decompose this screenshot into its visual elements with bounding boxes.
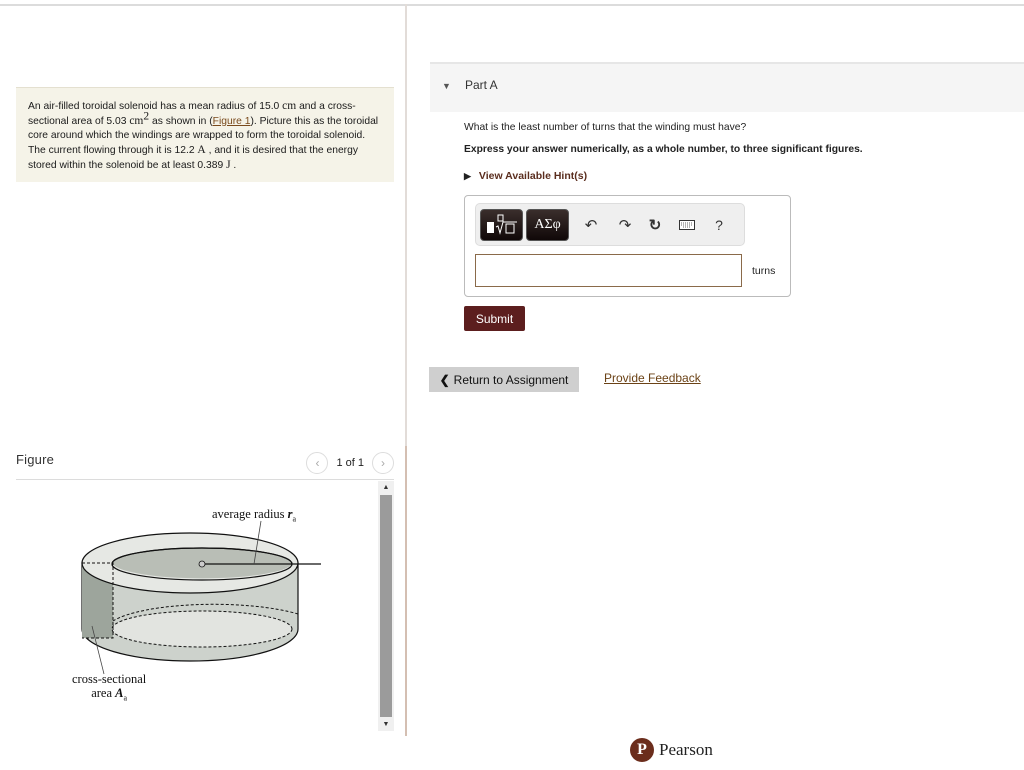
math-toolbar: ΑΣφ ↶ ↷ ↻ ? — [475, 203, 745, 246]
answer-panel: ΑΣφ ↶ ↷ ↻ ? turns — [464, 195, 791, 297]
problem-text: An air-filled toroidal solenoid has a me… — [28, 101, 283, 112]
answer-input[interactable] — [475, 254, 742, 287]
label-subscript: a — [123, 693, 128, 703]
view-hints-toggle[interactable]: ▶ View Available Hint(s) — [464, 170, 587, 182]
toroid-diagram — [81, 520, 321, 675]
answer-unit: turns — [752, 265, 776, 277]
figure-scrollbar[interactable]: ▲ ▼ — [378, 481, 394, 731]
undo-icon[interactable]: ↶ — [580, 214, 602, 236]
figure-title: Figure — [16, 452, 55, 467]
unit-cm2: cm — [129, 115, 144, 127]
problem-text: as shown in ( — [149, 116, 213, 127]
brand-name: Pearson — [659, 740, 713, 759]
label-symbol: A — [115, 686, 124, 700]
cross-sectional-area-label: cross-sectional area Aa — [72, 672, 146, 706]
chevron-right-icon: › — [381, 456, 385, 470]
figure-page-count: 1 of 1 — [336, 457, 364, 469]
part-a-header[interactable]: ▼ Part A — [430, 62, 1024, 112]
label-text: area — [91, 686, 116, 700]
reset-icon[interactable]: ↻ — [644, 214, 666, 236]
redo-icon[interactable]: ↷ — [614, 214, 636, 236]
provide-feedback-link[interactable]: Provide Feedback — [604, 371, 701, 385]
keyboard-icon[interactable] — [676, 214, 698, 236]
figure-pager: ‹ 1 of 1 › — [306, 452, 394, 474]
templates-icon — [486, 214, 517, 235]
help-icon[interactable]: ? — [708, 214, 730, 236]
return-label: Return to Assignment — [453, 372, 569, 387]
average-radius-label: average radius ra — [212, 507, 296, 527]
submit-button[interactable]: Submit — [464, 306, 525, 331]
next-figure-button[interactable]: › — [372, 452, 394, 474]
hints-label: View Available Hint(s) — [478, 170, 588, 182]
collapse-caret-icon: ▼ — [442, 81, 451, 91]
label-text: cross-sectional — [72, 672, 147, 686]
part-title: Part A — [465, 78, 498, 92]
pearson-brand: P Pearson — [630, 738, 713, 762]
figure-link[interactable]: Figure 1 — [213, 116, 251, 127]
toroid-bottom-inner-edge — [111, 610, 293, 648]
pearson-logo-icon: P — [630, 738, 654, 762]
symbols-button[interactable]: ΑΣφ — [526, 209, 569, 241]
center-point — [198, 560, 206, 568]
unit-cm: cm — [282, 100, 297, 112]
keyboard-glyph — [679, 220, 695, 230]
problem-text: . — [230, 160, 237, 171]
label-subscript: a — [292, 514, 297, 524]
scroll-up-arrow-icon[interactable]: ▲ — [378, 481, 394, 494]
chevron-left-icon: ‹ — [315, 456, 320, 470]
scrollbar-thumb[interactable] — [380, 495, 392, 717]
pane-divider-accent — [405, 446, 407, 736]
problem-statement: An air-filled toroidal solenoid has a me… — [16, 87, 394, 182]
unit-amp: A — [197, 144, 206, 156]
figure-header: Figure ‹ 1 of 1 › — [16, 450, 394, 480]
answer-instructions: Express your answer numerically, as a wh… — [464, 144, 863, 155]
question-text: What is the least number of turns that t… — [464, 122, 747, 133]
return-to-assignment-button[interactable]: ❮ Return to Assignment — [429, 367, 579, 392]
caret-right-icon: ▶ — [464, 170, 471, 181]
label-text: average radius — [212, 507, 288, 521]
scroll-down-arrow-icon[interactable]: ▼ — [378, 718, 394, 731]
templates-button[interactable] — [480, 209, 523, 241]
figure-viewport: average radius ra cross-sectional area A… — [16, 481, 378, 736]
chevron-left-icon: ❮ — [439, 372, 450, 387]
top-rule — [0, 4, 1024, 6]
previous-figure-button[interactable]: ‹ — [306, 452, 329, 474]
